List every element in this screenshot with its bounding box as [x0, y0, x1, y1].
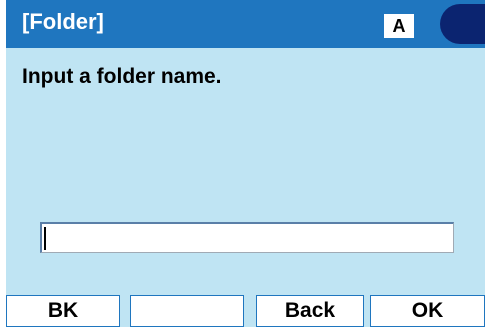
softkey-ok-button[interactable]: OK [370, 295, 485, 327]
title-bar: [Folder] A [6, 0, 485, 48]
content-area: Input a folder name. BK Back OK [6, 48, 485, 327]
screen-title: [Folder] [22, 9, 104, 34]
prompt-text: Input a folder name. [22, 65, 222, 88]
text-cursor [44, 227, 46, 250]
softkey-blank-button[interactable] [130, 295, 244, 327]
softkey-back-button[interactable]: Back [256, 295, 364, 327]
folder-name-input[interactable] [40, 222, 454, 253]
softkey-bk-button[interactable]: BK [6, 295, 120, 327]
phone-display: [Folder] A Input a folder name. BK Back … [0, 0, 485, 327]
title-corner-decoration [440, 4, 485, 44]
input-mode-indicator: A [384, 14, 414, 38]
